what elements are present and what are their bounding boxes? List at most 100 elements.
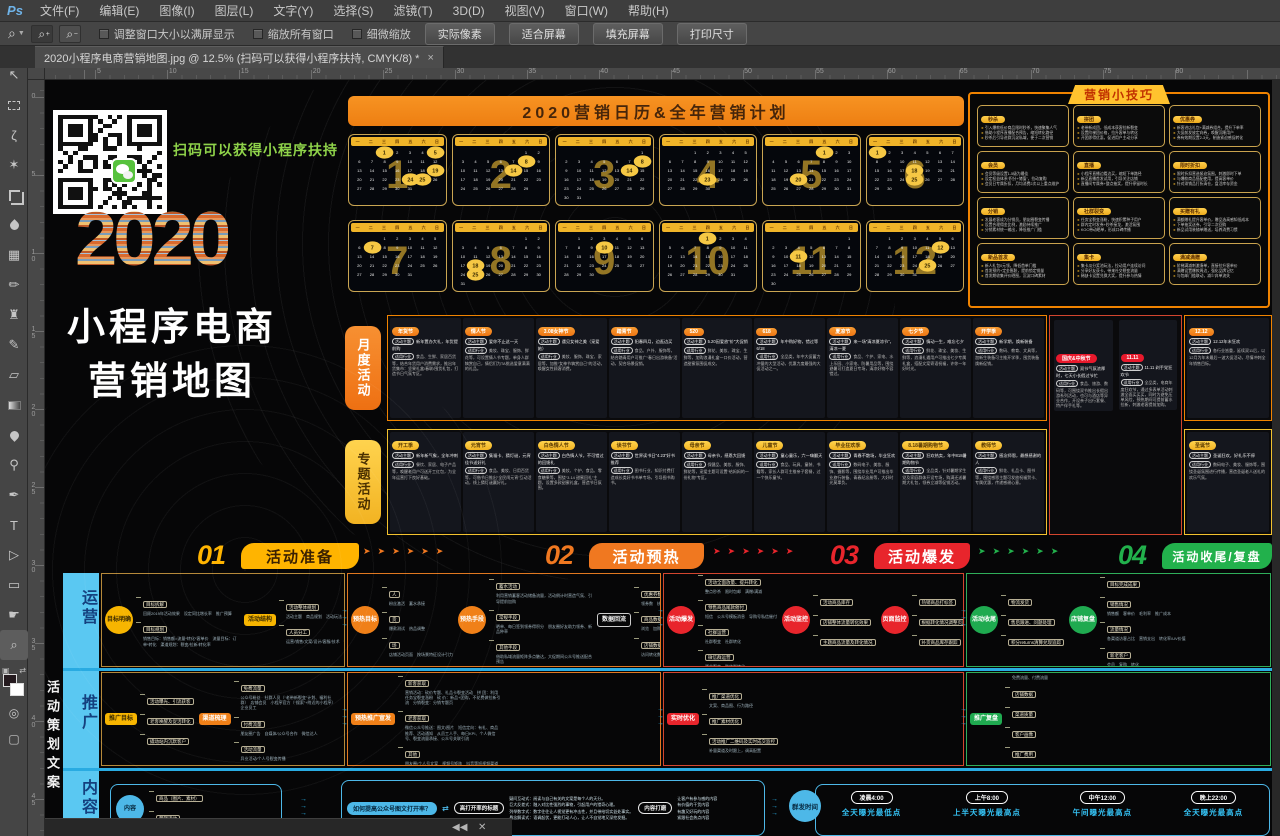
gradient-tool[interactable] xyxy=(0,390,28,420)
calendar-day: 22 xyxy=(378,175,391,184)
background-color-swatch[interactable] xyxy=(10,683,24,696)
type-tool[interactable]: T xyxy=(0,510,28,540)
horizontal-ruler[interactable]: 5101520253035404550556065707580 xyxy=(45,68,1280,80)
event-theme: 活动主题白色情人节，不可错过的回馈礼 xyxy=(538,452,605,466)
branch-body: 活动曝光、引流获客 xyxy=(147,690,194,708)
tool-preset-caret-icon[interactable]: ▼ xyxy=(18,30,25,37)
calendar-day: 2 xyxy=(767,243,780,252)
branch-body: 老客唤醒及促活转化 xyxy=(147,710,194,728)
crop-tool[interactable] xyxy=(0,180,28,210)
event-card: 母亲节活动主题母亲节，感恩大回馈适用行业保健品、美妆、服饰、鲜花等，宠爱主题可设… xyxy=(682,432,753,532)
hand-tool[interactable]: ☛ xyxy=(0,600,28,630)
history-brush-tool[interactable]: ✎ xyxy=(0,330,28,360)
panel-collapse-icon[interactable]: ◀◀ xyxy=(452,822,467,833)
mindmap-branch: 老客唤醒及促活转化 xyxy=(140,710,194,728)
zoom-tool[interactable]: ⌕ xyxy=(0,630,28,660)
event-theme: 活动主题新年新气象，全年冲刺 xyxy=(392,452,459,460)
document-canvas[interactable]: 扫码可以获得小程序扶持 2020 小程序电商 营销地图 2020营销日历&全年营… xyxy=(45,80,1272,836)
branch-body: 优惠券数据领券数 核销数 访问量 xyxy=(641,583,661,606)
panel-close-icon[interactable]: ✕ xyxy=(478,822,486,833)
document-tab[interactable]: 2020小程序电商营销地图.jpg @ 12.5% (扫码可以获得小程序扶持, … xyxy=(35,46,444,68)
menu-item-V[interactable]: 视图(V) xyxy=(495,0,555,22)
pen-tool[interactable]: ✒ xyxy=(0,480,28,510)
eyedropper-tool[interactable] xyxy=(0,210,28,240)
mindmap-group: 活动爆发活动全面放量、提升转化整点秒杀 限时包邮 满赠/满减预售商品尾款催付短信… xyxy=(667,573,777,667)
mindmap-cell-运营-2: 预热目标人粉丝激活 蓄水承接货爆款测试 热品调整场店铺活动页面 按场景特征设计引… xyxy=(347,573,661,667)
option-checkbox-2[interactable]: 细微缩放 xyxy=(352,26,411,42)
calendar-day: 13 xyxy=(353,252,366,261)
zoom-out-button[interactable]: ⌕− xyxy=(59,25,81,43)
screen-mode-button[interactable]: ▢ xyxy=(0,726,28,752)
tip-card: 直播小程序直播边看边买，缩短下单路径新品直播首发试用，引导关注店铺直播间专属券+… xyxy=(1073,151,1165,193)
menu-item-I[interactable]: 图像(I) xyxy=(149,0,204,22)
checkbox-icon[interactable] xyxy=(253,29,263,39)
calendar-day: 29 xyxy=(573,270,586,279)
brush-tool[interactable]: ✏ xyxy=(0,270,28,300)
calendar-day: 31 xyxy=(843,184,856,193)
checkbox-icon[interactable] xyxy=(352,29,362,39)
rectangular-marquee-tool[interactable] xyxy=(0,90,28,120)
calendar-day: 10 xyxy=(404,157,417,166)
menu-item-Y[interactable]: 文字(Y) xyxy=(263,0,323,22)
quick-mask-button[interactable]: ◎ xyxy=(0,700,28,726)
tip-label: 直播 xyxy=(1077,162,1101,169)
event-industry: 适用行业数码电子、美妆、服饰等，围绕圣诞氛围进行传播，营造圣诞老人送礼的欢乐气氛… xyxy=(1189,461,1267,480)
mindmap-branch: 目标完成成果 xyxy=(1100,573,1186,591)
clone-stamp-tool[interactable]: ♜ xyxy=(0,300,28,330)
menu-item-W[interactable]: 窗口(W) xyxy=(555,0,618,22)
calendar-day: 27 xyxy=(494,270,507,279)
event-name: 情人节 xyxy=(465,327,492,336)
rectangle-tool[interactable]: ▭ xyxy=(0,570,28,600)
menu-item-S[interactable]: 选择(S) xyxy=(323,0,383,22)
option-checkbox-0[interactable]: 调整窗口大小以满屏显示 xyxy=(99,26,235,42)
weekday-label: 二 xyxy=(369,139,373,145)
poster-year: 2020 xyxy=(75,202,228,278)
lasso-tool[interactable]: ζ xyxy=(0,120,28,150)
calendar-days: 1234567891011121314151617181920212223242… xyxy=(763,147,860,194)
theme-tag: 活动主题 xyxy=(392,338,414,345)
event-card: 520活动主题5.20因爱放“价”大促销适用行业鲜花、美妆、珠宝、生鲜等，加购浪… xyxy=(682,318,753,418)
calendar-day: 15 xyxy=(871,166,884,175)
menu-item-T[interactable]: 滤镜(T) xyxy=(383,0,442,22)
weekday-label: 四 xyxy=(913,225,917,231)
weekday-label: 三 xyxy=(693,225,697,231)
branch-lines: 爆款测试 热品调整 xyxy=(389,626,425,631)
calendar-day: 18 xyxy=(739,252,752,261)
option-button-3[interactable]: 打印尺寸 xyxy=(677,23,747,45)
healing-brush-tool[interactable]: ▦ xyxy=(0,240,28,270)
zoom-tool-icon[interactable]: ⌕ xyxy=(8,25,16,42)
blur-tool[interactable] xyxy=(0,420,28,450)
color-swatches: ▣⇄ xyxy=(0,666,28,700)
option-checkbox-1[interactable]: 缩放所有窗口 xyxy=(253,26,334,42)
menu-item-F[interactable]: 文件(F) xyxy=(30,0,89,22)
weekday-label: 四 xyxy=(602,139,606,145)
vertical-ruler[interactable]: 051015202530354045 xyxy=(28,80,45,836)
option-button-0[interactable]: 实际像素 xyxy=(425,23,495,45)
calendar-day: 31 xyxy=(908,270,921,279)
menu-item-H[interactable]: 帮助(H) xyxy=(618,0,679,22)
zoom-in-button[interactable]: ⌕+ xyxy=(31,25,53,43)
theme-tag: 活动主题 xyxy=(538,338,560,345)
calendar-day: 21 xyxy=(507,261,520,270)
empty-day xyxy=(664,234,677,243)
swap-colors-icon[interactable]: ⇄ xyxy=(19,666,26,675)
event-card: 白色情人节活动主题白色情人节，不可错过的回馈礼适用行业美妆、个护、食品、零食糖果… xyxy=(536,432,607,532)
branch-label: 根据转化情况调整页面商品 xyxy=(919,619,965,626)
flow-arrows-icon: → → → xyxy=(341,607,348,628)
menu-item-3DD[interactable]: 3D(D) xyxy=(443,0,495,22)
calendar-day: 5 xyxy=(598,157,611,166)
path-selection-tool[interactable]: ▷ xyxy=(0,540,28,570)
magic-wand-tool[interactable]: ✶ xyxy=(0,150,28,180)
option-button-2[interactable]: 填充屏幕 xyxy=(593,23,663,45)
menu-item-L[interactable]: 图层(L) xyxy=(205,0,264,22)
option-button-1[interactable]: 适合屏幕 xyxy=(509,23,579,45)
calendar-day: 16 xyxy=(896,252,909,261)
mindmap-branch: 销售情况销售额 客单价 毛利率 推广成本 xyxy=(1100,593,1186,616)
calendar-day: 23 xyxy=(699,173,716,185)
calendar-day: 14 xyxy=(507,252,520,261)
dodge-tool[interactable]: ⚲ xyxy=(0,450,28,480)
menu-item-E[interactable]: 编辑(E) xyxy=(89,0,149,22)
close-tab-icon[interactable]: × xyxy=(427,52,433,64)
checkbox-icon[interactable] xyxy=(99,29,109,39)
eraser-tool[interactable]: ▱ xyxy=(0,360,28,390)
